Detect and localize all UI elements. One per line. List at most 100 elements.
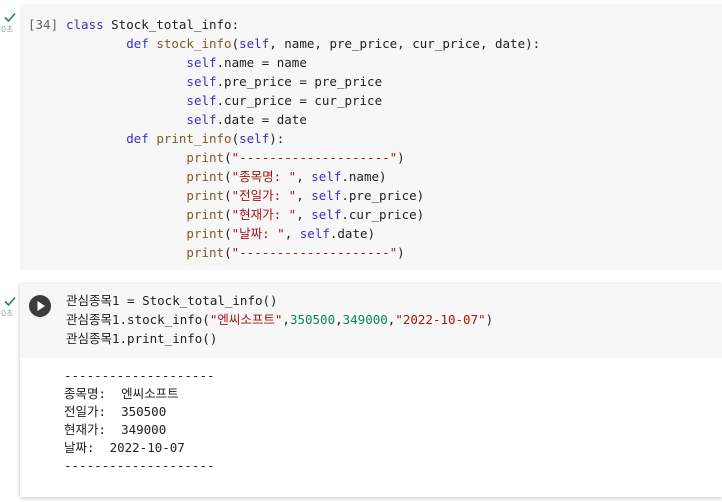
code-token: self [186,55,217,70]
code-token: , [335,312,343,327]
code-line: 관심종목1.stock_info("엔씨소프트",350500,349000,"… [66,310,493,329]
code-token: print [186,226,225,241]
code-line: print("현재가: ", self.cur_price) [66,205,540,224]
code-line: self.cur_price = cur_price [66,91,540,110]
code-token: .cur_price) [341,207,425,222]
code-token: def [126,36,157,51]
play-icon [37,301,45,311]
code-token: ( [224,169,232,184]
code-line: 관심종목1.print_info() [66,329,493,348]
output-line: 날짜: 2022-10-07 [64,440,185,455]
code-token: , [282,312,290,327]
code-token: self [186,112,217,127]
code-token: ( [231,36,240,51]
code-token: class [66,17,112,32]
code-text[interactable]: 관심종목1 = Stock_total_info() 관심종목1.stock_in… [66,291,493,348]
code-token: "종목명: " [231,169,297,184]
code-editor[interactable]: [34] class Stock_total_info: def stock_i… [20,4,722,270]
check-icon [4,12,16,23]
run-cell-button[interactable] [29,295,51,317]
code-token: "2022-10-07" [395,312,486,327]
code-token: ) [397,245,405,260]
output-line: -------------------- [64,458,215,473]
code-token: 관심종목1 = Stock_total_info() [66,293,278,308]
code-token: def [126,131,157,146]
code-token: self [186,74,217,89]
code-token: self [311,188,342,203]
code-token: 관심종목1.stock_info( [66,312,210,327]
code-line: print("--------------------") [66,243,540,262]
code-token: .name = name [216,55,307,70]
code-token: 350500 [289,312,336,327]
code-token: ): [269,131,285,146]
code-line: 관심종목1 = Stock_total_info() [66,291,493,310]
code-token: "현재가: " [231,207,297,222]
code-token: ( [224,207,232,222]
code-token: self [299,226,330,241]
code-editor[interactable]: 관심종목1 = Stock_total_info() 관심종목1.stock_in… [20,284,722,358]
code-token: print [186,150,225,165]
code-cell-stock-class[interactable]: 0초 [34] class Stock_total_info: def stoc… [0,0,722,272]
code-token: Stock_total_info: [111,17,240,32]
code-token: 349000 [342,312,388,327]
code-line: print("--------------------") [66,148,540,167]
code-line: def stock_info(self, name, pre_price, cu… [66,34,540,53]
exec-time-label: 0초 [1,309,14,318]
code-token: .date) [329,226,376,241]
check-icon [4,296,16,307]
code-line: class Stock_total_info: [66,15,540,34]
output-line: 종목명: 엔씨소프트 [64,386,179,401]
output-line: 전일가: 350500 [64,404,167,419]
code-line: def print_info(self): [66,129,540,148]
code-token: ( [224,245,232,260]
code-line: self.date = date [66,110,540,129]
code-token: 관심종목1.print_info() [66,331,218,346]
code-token: , [284,226,300,241]
code-token: .pre_price = pre_price [216,74,383,89]
notebook-page: 0초 [34] class Stock_total_info: def stoc… [0,0,722,502]
code-token: self [239,36,270,51]
code-token: "날짜: " [231,226,285,241]
code-token: print_info [156,131,232,146]
code-token: , name, pre_price, cur_price, date): [269,36,541,51]
code-token: .cur_price = cur_price [216,93,383,108]
code-token: print [186,188,225,203]
code-token: ( [224,150,232,165]
exec-time-label: 0초 [1,25,14,34]
code-token: , [296,188,312,203]
code-token: self [239,131,270,146]
code-cell-stock-usage[interactable]: 0초 관심종목1 = Stock_total_info() 관심종목1.stock… [0,284,722,500]
code-line: print("전일가: ", self.pre_price) [66,186,540,205]
output-text: -------------------- 종목명: 엔씨소프트전일가: 35050… [64,367,215,475]
code-line: print("종목명: ", self.name) [66,167,540,186]
code-token: print [186,207,225,222]
code-token: ( [224,188,232,203]
code-token: ) [485,312,494,327]
code-line: self.name = name [66,53,540,72]
code-text[interactable]: class Stock_total_info: def stock_info(s… [66,15,540,262]
code-token: stock_info [156,36,232,51]
code-token: , [296,207,312,222]
output-line: -------------------- [64,368,215,383]
code-token: self [186,93,217,108]
code-token: ) [397,150,405,165]
cell-output: -------------------- 종목명: 엔씨소프트전일가: 35050… [20,358,722,484]
code-token: self [311,207,342,222]
output-line: 현재가: 349000 [64,422,167,437]
code-token: , [296,169,312,184]
code-token: .date = date [216,112,307,127]
code-token: print [186,169,225,184]
code-token: ( [231,131,240,146]
code-token: .pre_price) [341,188,425,203]
code-token: "--------------------" [231,150,398,165]
